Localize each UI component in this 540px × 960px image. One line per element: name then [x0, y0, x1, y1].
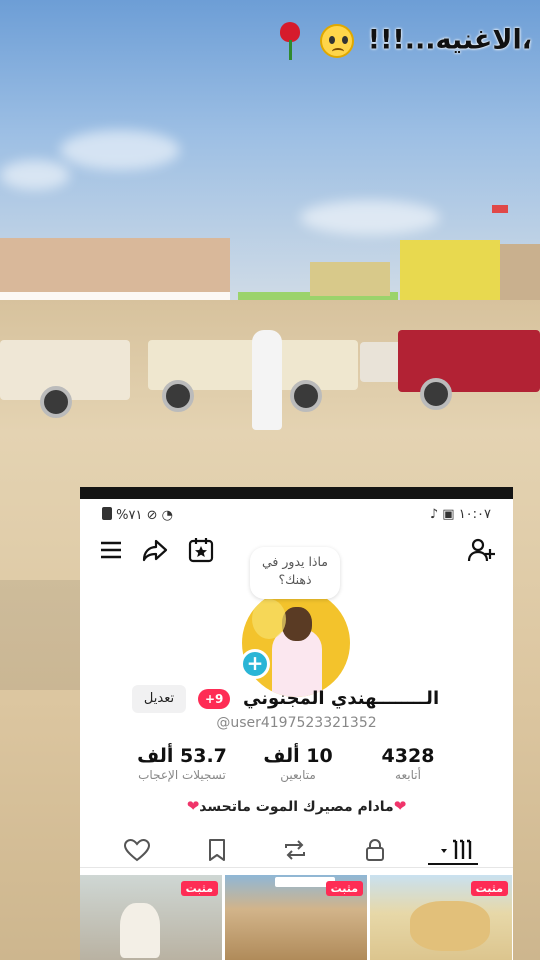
thumbnail-camels [410, 901, 490, 951]
status-left: %٧١ ⊘ ◔ [102, 507, 173, 523]
tiktok-icon: ♪ [429, 507, 439, 522]
pinned-label: مثبت [180, 881, 218, 896]
cloud [0, 160, 70, 190]
status-right: ♪ ▣ ١٠:٠٧ [430, 507, 491, 522]
truck-wheel [290, 380, 322, 412]
display-name: الــــــــهندي المجنوني [243, 688, 440, 709]
heart-icon: ❤ [393, 797, 407, 815]
stat-label: تسجيلات الإعجاب [138, 768, 226, 782]
battery-icon [102, 507, 112, 520]
stat-followers[interactable]: 10 ألف متابعين [238, 745, 358, 783]
add-story-plus-icon[interactable]: + [240, 649, 270, 679]
caption-text: ،الاغنيه...!!! [367, 24, 532, 56]
truck-wheel [40, 386, 72, 418]
battery-percent: %٧١ [116, 508, 143, 523]
heart-icon: ❤ [186, 797, 200, 815]
name-row: تعديل +9 الــــــــهندي المجنوني [80, 685, 513, 715]
phone-top-bezel [80, 487, 513, 499]
stat-value: 10 ألف [263, 745, 333, 767]
edit-profile-button[interactable]: تعديل [132, 685, 186, 713]
clock: ١٠:٠٧ [458, 507, 491, 522]
shadow [0, 580, 80, 690]
active-tab-indicator [428, 863, 478, 865]
video-thumbnail[interactable]: مثبت [225, 875, 367, 960]
add-friend-icon[interactable] [466, 535, 496, 565]
flag [492, 205, 508, 213]
tab-favorites-bookmark-icon[interactable] [202, 837, 232, 863]
tab-private-lock-icon[interactable] [360, 837, 390, 863]
stat-label: أتابعه [395, 768, 421, 782]
pinned-label: مثبت [325, 881, 363, 896]
stat-value: 4328 [381, 745, 435, 767]
stat-label: متابعين [280, 768, 316, 782]
rose-icon [277, 22, 303, 60]
avatar-face [282, 607, 312, 641]
thought-bubble-text: ماذا يدور في ذهنك؟ [262, 554, 328, 587]
wifi-icon: ◔ [161, 508, 173, 523]
stat-following[interactable]: 4328 أتابعه [348, 745, 468, 783]
profile-stats: 4328 أتابعه 10 ألف متابعين 53.7 ألف تسجي… [80, 745, 513, 789]
gallery-icon: ▣ [442, 507, 455, 522]
video-thumbnail[interactable]: مثبت [80, 875, 222, 960]
bio-text: مادام مصيرك الموت ماتحسد [199, 799, 394, 815]
avatar-hand [252, 599, 286, 639]
tab-liked-heart-icon[interactable] [122, 837, 152, 863]
username: @user4197523321352 [216, 715, 377, 731]
building [310, 262, 390, 296]
stat-likes[interactable]: 53.7 ألف تسجيلات الإعجاب [122, 745, 242, 783]
profile-avatar[interactable] [242, 589, 350, 697]
video-grid: مثبت مثبت مثبت [80, 875, 513, 960]
tab-reposts-icon[interactable] [280, 837, 310, 863]
overlay-caption: ،الاغنيه...!!! [273, 22, 532, 60]
truck-wheel [420, 378, 452, 410]
favorites-calendar-icon[interactable] [186, 535, 216, 565]
notification-badge: +9 [198, 689, 231, 709]
tiktok-profile-screenshot: %٧١ ⊘ ◔ ♪ ▣ ١٠:٠٧ ماذا يدور في ذهنك؟ + ت… [80, 487, 513, 960]
share-icon[interactable] [140, 535, 170, 565]
cloud [60, 130, 180, 170]
walking-person [252, 330, 282, 430]
pinned-label: مثبت [470, 881, 508, 896]
video-thumbnail[interactable]: مثبت [370, 875, 512, 960]
red-pickup-truck [398, 330, 540, 392]
dnd-icon: ⊘ [146, 508, 158, 523]
crying-face-icon [320, 24, 355, 58]
stat-value: 53.7 ألف [137, 745, 227, 767]
menu-icon[interactable] [96, 535, 126, 565]
status-bar: %٧١ ⊘ ◔ ♪ ▣ ١٠:٠٧ [80, 499, 513, 529]
tab-videos-grid-icon[interactable] [438, 837, 478, 863]
cloud [300, 200, 440, 235]
profile-bio: ❤مادام مصيرك الموت ماتحسد❤ [80, 797, 513, 815]
content-tabs [80, 833, 513, 868]
thought-bubble[interactable]: ماذا يدور في ذهنك؟ [250, 547, 340, 599]
thumbnail-camel [120, 903, 160, 958]
truck-wheel [162, 380, 194, 412]
